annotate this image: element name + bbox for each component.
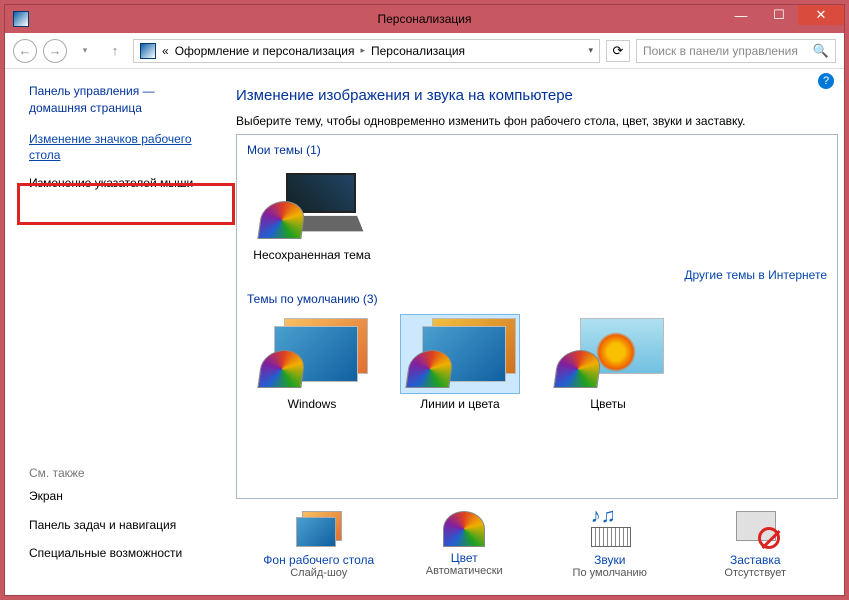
search-input[interactable]: Поиск в панели управления 🔍 (636, 39, 836, 63)
up-button[interactable]: ↑ (103, 39, 127, 63)
theme-label: Цветы (543, 397, 673, 411)
change-desktop-icons-link[interactable]: Изменение значков рабочего стола (29, 131, 222, 163)
default-themes-heading: Темы по умолчанию (3) (247, 292, 827, 306)
breadcrumb-sep-icon[interactable]: ▸ (360, 45, 365, 56)
more-themes-online-link[interactable]: Другие темы в Интернете (247, 268, 827, 282)
address-dropdown-icon[interactable]: ▾ (588, 45, 593, 56)
settings-row: Фон рабочего стола Слайд-шоу Цвет Автома… (236, 505, 838, 589)
forward-button[interactable]: → (43, 39, 67, 63)
color-fan-icon (257, 350, 306, 388)
see-also-taskbar[interactable]: Панель задач и навигация (29, 517, 222, 533)
themes-panel: Мои темы (1) Несохраненная тема Другие т… (236, 134, 838, 499)
theme-lines-colors[interactable]: Линии и цвета (395, 314, 525, 411)
color-fan-icon (553, 350, 602, 388)
sounds-link[interactable]: ♪♫ Звуки По умолчанию (545, 507, 675, 579)
theme-label: Линии и цвета (395, 397, 525, 411)
breadcrumb-item[interactable]: Персонализация (371, 44, 465, 58)
minimize-button[interactable]: — (722, 5, 760, 25)
page-subtitle: Выберите тему, чтобы одновременно измени… (236, 114, 838, 128)
color-fan-icon (405, 350, 454, 388)
back-button[interactable]: ← (13, 39, 37, 63)
theme-flowers[interactable]: Цветы (543, 314, 673, 411)
location-icon (140, 43, 156, 59)
close-button[interactable]: ✕ (798, 5, 844, 25)
search-placeholder: Поиск в панели управления (643, 44, 798, 58)
my-themes-heading: Мои темы (1) (247, 143, 827, 157)
refresh-button[interactable]: ⟳ (606, 40, 630, 62)
desktop-background-link[interactable]: Фон рабочего стола Слайд-шоу (254, 507, 384, 579)
color-fan-icon (257, 201, 306, 239)
personalization-window: Персонализация — ☐ ✕ ← → ▾ ↑ « Оформлени… (4, 4, 845, 596)
breadcrumb-prefix: « (162, 44, 169, 58)
sidebar: Панель управления — домашняя страница Из… (5, 69, 230, 595)
color-link[interactable]: Цвет Автоматически (399, 507, 529, 579)
maximize-button[interactable]: ☐ (760, 5, 798, 25)
themes-scroll[interactable]: Мои темы (1) Несохраненная тема Другие т… (237, 135, 837, 498)
content-area: Изменение изображения и звука на компьют… (230, 69, 844, 595)
help-icon[interactable]: ? (818, 73, 834, 89)
screensaver-link[interactable]: Заставка Отсутствует (690, 507, 820, 579)
theme-label: Несохраненная тема (247, 248, 377, 262)
page-title: Изменение изображения и звука на компьют… (236, 87, 838, 104)
address-bar[interactable]: « Оформление и персонализация ▸ Персонал… (133, 39, 600, 63)
control-panel-home-link[interactable]: Панель управления — домашняя страница (29, 83, 222, 117)
screensaver-icon (728, 507, 782, 549)
breadcrumb-item[interactable]: Оформление и персонализация (175, 44, 355, 58)
titlebar[interactable]: Персонализация — ☐ ✕ (5, 5, 844, 33)
toolbar: ← → ▾ ↑ « Оформление и персонализация ▸ … (5, 33, 844, 69)
theme-windows[interactable]: Windows (247, 314, 377, 411)
window-title: Персонализация (5, 12, 844, 26)
see-also-ease[interactable]: Специальные возможности (29, 545, 222, 561)
sound-icon: ♪♫ (583, 507, 637, 549)
see-also-heading: См. также (29, 466, 222, 480)
window-buttons: — ☐ ✕ (722, 5, 844, 25)
wallpaper-icon (292, 507, 346, 549)
change-mouse-pointers-link[interactable]: Изменение указателей мыши (29, 175, 222, 191)
color-fan-icon (443, 511, 485, 547)
see-also-display[interactable]: Экран (29, 488, 222, 504)
body: ? Панель управления — домашняя страница … (5, 69, 844, 595)
disabled-overlay-icon (758, 527, 780, 549)
theme-label: Windows (247, 397, 377, 411)
see-also: См. также Экран Панель задач и навигация… (29, 466, 222, 585)
recent-dropdown[interactable]: ▾ (73, 39, 97, 63)
theme-unsaved[interactable]: Несохраненная тема (247, 165, 377, 262)
search-icon[interactable]: 🔍 (813, 43, 829, 59)
